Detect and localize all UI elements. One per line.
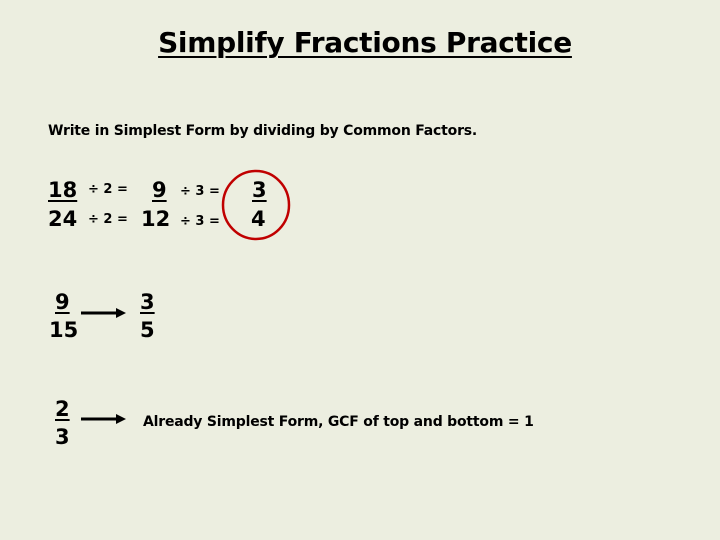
arrow-icon	[81, 414, 126, 424]
result-highlight-circle	[221, 169, 291, 241]
annotations-layer	[81, 169, 291, 424]
arrow-icon	[81, 308, 126, 318]
